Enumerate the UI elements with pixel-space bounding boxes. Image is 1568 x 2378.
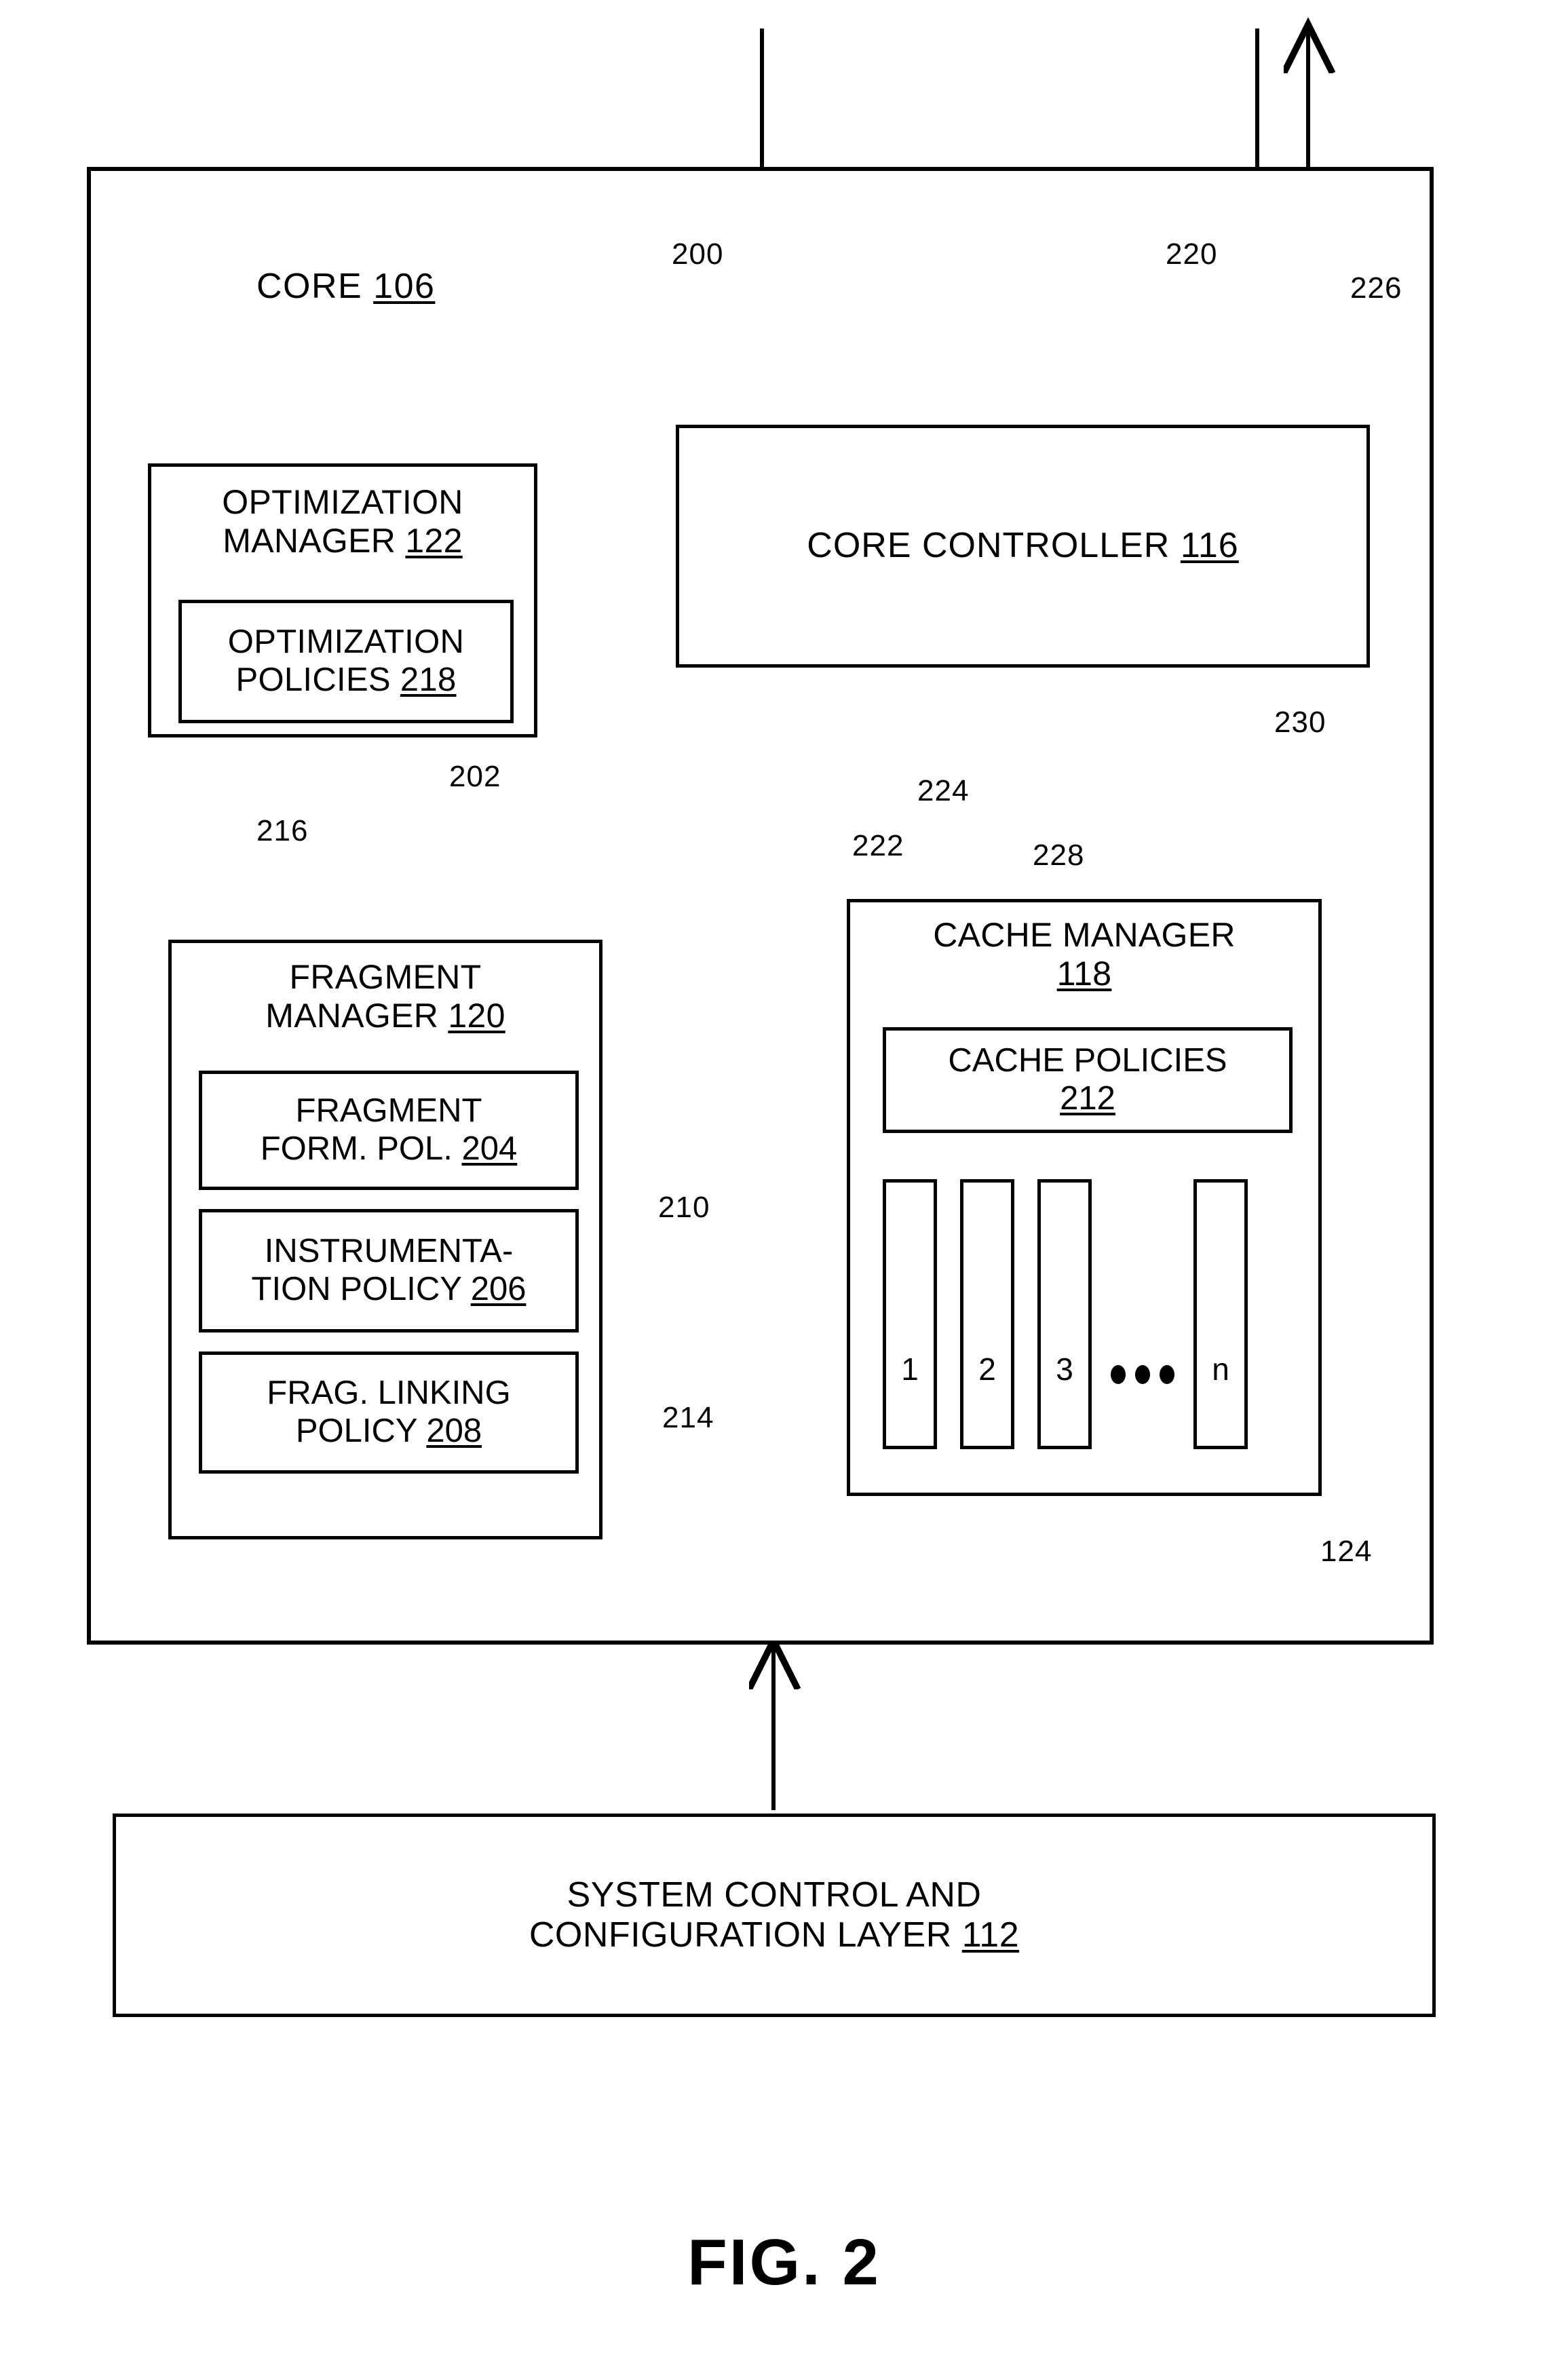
cache-manager-line1: CACHE MANAGER bbox=[933, 916, 1236, 954]
fragment-formation-policy-ref: 204 bbox=[461, 1130, 518, 1167]
instrumentation-policy-box[interactable]: INSTRUMENTA- TION POLICY 206 bbox=[199, 1209, 579, 1332]
cache-slot-1[interactable]: 1 bbox=[883, 1179, 937, 1449]
core-label-ref: 106 bbox=[373, 267, 436, 306]
instrumentation-policy-ref: 206 bbox=[470, 1271, 527, 1307]
core-label: CORE 106 bbox=[256, 266, 435, 307]
optimization-policies-ref: 218 bbox=[400, 661, 457, 698]
ellipsis-dot bbox=[1135, 1365, 1150, 1384]
cache-manager-box[interactable]: CACHE MANAGER 118 CACHE POLICIES 212 1 2… bbox=[847, 899, 1322, 1496]
fragment-linking-policy-box[interactable]: FRAG. LINKING POLICY 208 bbox=[199, 1351, 579, 1474]
fragment-linking-policy-title: FRAG. LINKING POLICY 208 bbox=[267, 1375, 510, 1451]
optimization-manager-box[interactable]: OPTIMIZATION MANAGER 122 OPTIMIZATION PO… bbox=[148, 463, 537, 737]
ellipsis-dot bbox=[1111, 1365, 1126, 1384]
fragment-linking-policy-ref: 208 bbox=[426, 1413, 482, 1449]
fragment-formation-policy-box[interactable]: FRAGMENT FORM. POL. 204 bbox=[199, 1071, 579, 1190]
ellipsis-dot bbox=[1160, 1365, 1174, 1384]
system-layer-title: SYSTEM CONTROL AND CONFIGURATION LAYER 1… bbox=[529, 1875, 1019, 1956]
cache-manager-ref: 118 bbox=[1056, 955, 1112, 993]
cache-slot-2[interactable]: 2 bbox=[960, 1179, 1014, 1449]
ref-numeral-228: 228 bbox=[1033, 839, 1085, 872]
system-layer-line2: CONFIGURATION LAYER bbox=[529, 1915, 952, 1955]
cache-policies-ref: 212 bbox=[1060, 1080, 1115, 1117]
cache-policies-title: CACHE POLICIES 212 bbox=[948, 1042, 1227, 1118]
slot-gap bbox=[1014, 1179, 1037, 1449]
figure-caption: FIG. 2 bbox=[687, 2226, 881, 2299]
optimization-manager-line2: MANAGER bbox=[223, 522, 396, 560]
optimization-policies-line1: OPTIMIZATION bbox=[227, 624, 465, 661]
instrumentation-policy-title: INSTRUMENTA- TION POLICY 206 bbox=[252, 1233, 527, 1309]
system-layer-line1: SYSTEM CONTROL AND bbox=[567, 1875, 982, 1915]
instrumentation-policy-line1: INSTRUMENTA- bbox=[264, 1233, 514, 1270]
fragment-manager-box[interactable]: FRAGMENT MANAGER 120 FRAGMENT FORM. POL.… bbox=[168, 940, 603, 1539]
cache-ellipsis-icon bbox=[1092, 1179, 1193, 1449]
optimization-manager-title: OPTIMIZATION MANAGER 122 bbox=[222, 483, 463, 560]
ref-numeral-200: 200 bbox=[672, 237, 724, 271]
cache-policies-box[interactable]: CACHE POLICIES 212 bbox=[883, 1027, 1293, 1133]
ref-numeral-220: 220 bbox=[1166, 237, 1218, 271]
patent-figure: CORE 106 OPTIMIZATION MANAGER 122 OPTIMI… bbox=[0, 0, 1568, 2378]
fragment-formation-policy-line1: FRAGMENT bbox=[295, 1092, 482, 1130]
optimization-manager-line1: OPTIMIZATION bbox=[222, 483, 463, 521]
system-control-configuration-layer-box[interactable]: SYSTEM CONTROL AND CONFIGURATION LAYER 1… bbox=[113, 1814, 1436, 2017]
ref-numeral-214: 214 bbox=[662, 1401, 714, 1434]
core-controller-label: CORE CONTROLLER bbox=[807, 526, 1170, 566]
optimization-policies-line2: POLICIES bbox=[235, 661, 391, 698]
ref-numeral-230: 230 bbox=[1274, 706, 1326, 739]
core-controller-box[interactable]: CORE CONTROLLER 116 bbox=[676, 425, 1370, 668]
ref-numeral-222: 222 bbox=[852, 829, 904, 862]
cache-manager-title: CACHE MANAGER 118 bbox=[933, 916, 1236, 993]
fragment-manager-line1: FRAGMENT bbox=[289, 958, 482, 996]
cache-slot-3[interactable]: 3 bbox=[1037, 1179, 1092, 1449]
slot-gap bbox=[937, 1179, 960, 1449]
optimization-policies-title: OPTIMIZATION POLICIES 218 bbox=[228, 624, 464, 699]
core-controller-ref: 116 bbox=[1180, 526, 1239, 566]
ref-numeral-202: 202 bbox=[449, 760, 501, 793]
fragment-manager-ref: 120 bbox=[448, 997, 505, 1035]
cache-policies-line1: CACHE POLICIES bbox=[948, 1042, 1227, 1079]
ref-numeral-216: 216 bbox=[256, 814, 309, 847]
fragment-linking-policy-line2: POLICY bbox=[295, 1413, 417, 1449]
core-controller-title: CORE CONTROLLER 116 bbox=[807, 526, 1238, 566]
fragment-manager-title: FRAGMENT MANAGER 120 bbox=[265, 958, 505, 1035]
cache-slot-array: 1 2 3 n bbox=[883, 1179, 1293, 1449]
ref-numeral-224: 224 bbox=[917, 774, 970, 807]
core-label-text: CORE bbox=[256, 267, 363, 306]
fragment-manager-line2: MANAGER bbox=[265, 997, 439, 1035]
optimization-manager-ref: 122 bbox=[405, 522, 463, 560]
ref-numeral-210: 210 bbox=[658, 1191, 710, 1224]
fragment-formation-policy-title: FRAGMENT FORM. POL. 204 bbox=[261, 1092, 518, 1168]
ref-numeral-226: 226 bbox=[1350, 271, 1402, 305]
system-layer-ref: 112 bbox=[961, 1915, 1020, 1955]
instrumentation-policy-line2: TION POLICY bbox=[251, 1271, 462, 1307]
cache-slot-n[interactable]: n bbox=[1193, 1179, 1248, 1449]
ref-numeral-124: 124 bbox=[1320, 1535, 1373, 1568]
fragment-linking-policy-line1: FRAG. LINKING bbox=[267, 1375, 511, 1412]
optimization-policies-box[interactable]: OPTIMIZATION POLICIES 218 bbox=[178, 600, 514, 723]
fragment-formation-policy-line2: FORM. POL. bbox=[260, 1130, 453, 1167]
